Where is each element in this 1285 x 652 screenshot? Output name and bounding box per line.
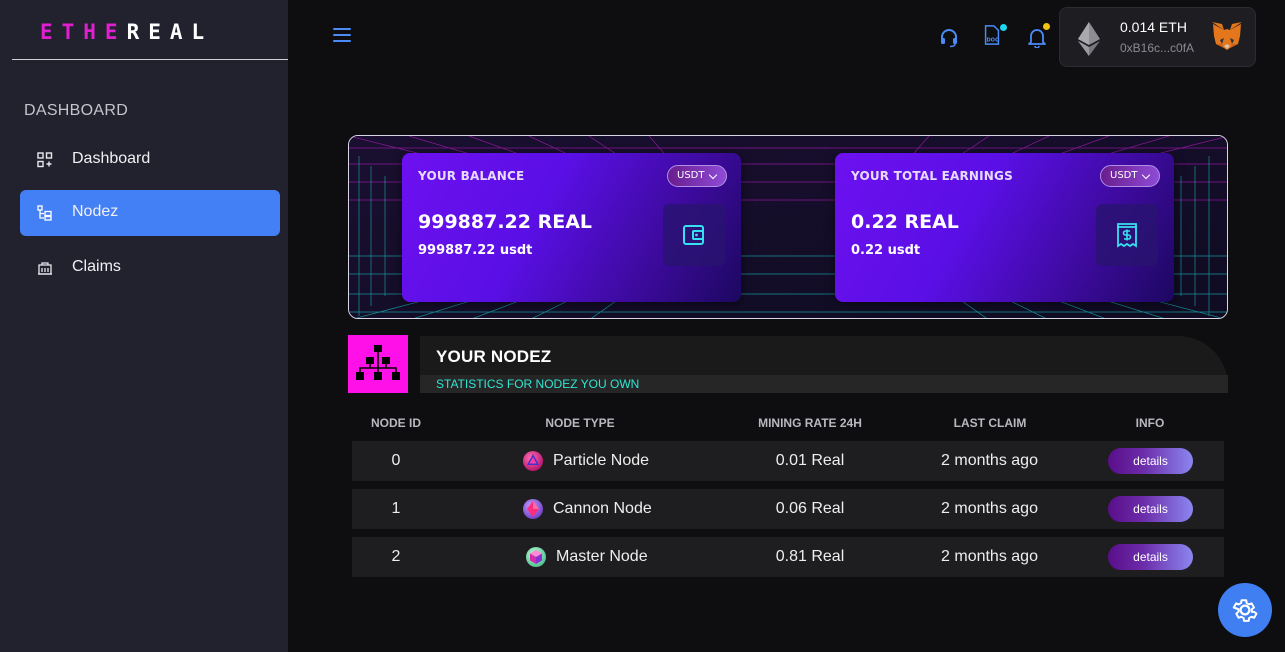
- earnings-icon-box: [1096, 204, 1158, 266]
- nodez-title: YOUR NODEZ: [436, 347, 552, 366]
- wallet-address: 0xB16c...c0fA: [1120, 41, 1195, 55]
- dashboard-icon: [37, 152, 53, 168]
- app-root: ETHEREAL DASHBOARD Dashboard Nodez Claim…: [0, 0, 1285, 652]
- balance-amount: 999887.22 REAL: [418, 211, 593, 233]
- earnings-usdt: 0.22 usdt: [851, 243, 921, 258]
- earnings-card-title: YOUR TOTAL EARNINGS: [851, 169, 1013, 183]
- node-type-label: Particle Node: [553, 452, 650, 469]
- balance-currency-value: USDT: [677, 170, 705, 181]
- node-id: 1: [391, 500, 401, 517]
- mining-rate: 0.81 Real: [775, 548, 845, 565]
- node-type: Particle Node: [522, 449, 649, 473]
- chevron-down-icon: [1141, 170, 1151, 180]
- node-type: Cannon Node: [522, 497, 652, 521]
- details-button[interactable]: details: [1108, 448, 1193, 474]
- table-row: 0 Particle Node 0.01 Real 2 months ago d…: [352, 441, 1224, 481]
- balance-card: YOUR BALANCE USDT 999887.22 REAL 999887.…: [402, 153, 741, 302]
- earnings-card: YOUR TOTAL EARNINGS USDT 0.22 REAL 0.22 …: [835, 153, 1174, 302]
- sidebar-item-label: Claims: [72, 258, 121, 275]
- docs-badge-dot: [1000, 24, 1007, 31]
- sidebar-item-nodez[interactable]: Nodez: [20, 190, 280, 236]
- ethereum-icon: [1078, 22, 1100, 56]
- node-id: 0: [391, 452, 401, 469]
- balance-usdt: 999887.22 usdt: [418, 243, 533, 258]
- last-claim: 2 months ago: [941, 548, 1038, 565]
- wallet-balance: 0.014 ETH: [1120, 19, 1187, 35]
- node-type-label: Master Node: [556, 548, 648, 565]
- sidebar-section-label: DASHBOARD: [24, 102, 129, 119]
- wallet-icon: [683, 225, 704, 245]
- last-claim: 2 months ago: [941, 500, 1038, 517]
- last-claim: 2 months ago: [941, 452, 1038, 469]
- mining-rate: 0.01 Real: [775, 452, 845, 469]
- node-type: Master Node: [525, 545, 648, 569]
- settings-button[interactable]: [1218, 583, 1272, 637]
- notification-badge-dot: [1043, 23, 1050, 30]
- sidebar-item-label: Nodez: [72, 203, 119, 220]
- network-hierarchy-icon: [356, 345, 400, 380]
- column-header-last-claim: LAST CLAIM: [953, 416, 1027, 430]
- nodez-section-icon: [348, 335, 408, 393]
- column-header-mining-rate: MINING RATE 24H: [758, 416, 862, 430]
- support-headset-icon[interactable]: [938, 26, 960, 48]
- node-id: 2: [391, 548, 401, 565]
- sidebar-item-dashboard[interactable]: Dashboard: [20, 137, 280, 183]
- master-node-icon: [526, 547, 546, 567]
- particle-node-icon: [523, 451, 543, 471]
- column-header-node-type: NODE TYPE: [545, 416, 615, 430]
- claims-icon: [38, 262, 52, 275]
- sidebar-item-label: Dashboard: [72, 150, 151, 167]
- balance-icon-box: [663, 204, 725, 266]
- metamask-fox-icon: [1212, 22, 1242, 50]
- sidebar-item-claims[interactable]: Claims: [20, 245, 280, 291]
- wallet-widget[interactable]: 0.014 ETH 0xB16c...c0fA: [1059, 7, 1256, 67]
- earnings-amount: 0.22 REAL: [851, 211, 959, 233]
- nodez-subtitle: STATISTICS FOR NODEZ YOU OWN: [436, 377, 640, 391]
- logo[interactable]: ETHEREAL: [12, 0, 288, 60]
- table-row: 1 Cannon Node 0.06 Real 2 months ago det…: [352, 489, 1224, 529]
- receipt-dollar-icon: [1117, 223, 1137, 248]
- mining-rate: 0.06 Real: [775, 500, 845, 517]
- sidebar: ETHEREAL DASHBOARD Dashboard Nodez Claim…: [0, 0, 288, 652]
- column-header-info: INFO: [1135, 416, 1165, 430]
- logo-text-white: REAL: [126, 20, 214, 44]
- chevron-down-icon: [708, 170, 718, 180]
- svg-text:DOC: DOC: [987, 37, 999, 43]
- nodes-tree-icon: [37, 205, 52, 221]
- table-row: 2 Master Node 0.81 Real 2 months ago det…: [352, 537, 1224, 577]
- stats-banner: YOUR BALANCE USDT 999887.22 REAL 999887.…: [348, 135, 1228, 319]
- earnings-currency-value: USDT: [1110, 170, 1138, 181]
- logo-text: ETHEREAL: [40, 20, 213, 44]
- column-header-node-id: NODE ID: [370, 416, 421, 430]
- balance-card-title: YOUR BALANCE: [418, 169, 525, 183]
- node-type-label: Cannon Node: [553, 500, 652, 517]
- menu-icon[interactable]: [333, 28, 351, 44]
- logo-text-pink: ETHE: [40, 20, 127, 44]
- earnings-currency-dropdown[interactable]: USDT: [1100, 165, 1160, 187]
- details-button[interactable]: details: [1108, 544, 1193, 570]
- gear-icon: [1232, 599, 1258, 622]
- balance-currency-dropdown[interactable]: USDT: [667, 165, 727, 187]
- details-button[interactable]: details: [1108, 496, 1193, 522]
- cannon-node-icon: [523, 499, 543, 519]
